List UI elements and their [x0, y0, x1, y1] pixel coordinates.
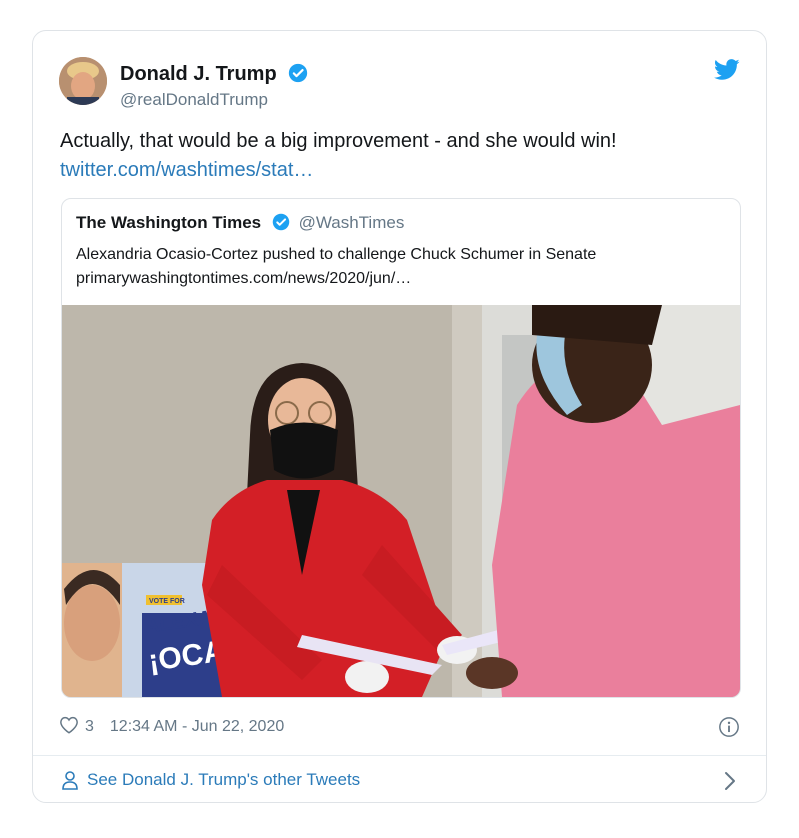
quoted-author: The Washington Times @WashTimes: [76, 213, 404, 236]
see-other-label[interactable]: See Donald J. Trump's other Tweets: [87, 770, 360, 790]
tweet-card: Donald J. Trump @realDonaldTrump Actuall…: [32, 30, 767, 803]
quoted-verified-badge-icon: [272, 213, 290, 236]
poster-text-1: VOTE FOR: [149, 598, 185, 605]
twitter-bird-icon[interactable]: [713, 59, 740, 86]
heart-icon[interactable]: [59, 716, 79, 739]
avatar[interactable]: [59, 57, 107, 105]
author-name[interactable]: Donald J. Trump: [120, 63, 308, 89]
quoted-text: Alexandria Ocasio-Cortez pushed to chall…: [76, 243, 726, 291]
divider: [33, 755, 766, 756]
quoted-link: washingtontimes.com/news/2020/jun/…: [129, 270, 412, 287]
tweet-body: Actually, that would be a big improvemen…: [60, 127, 740, 185]
quoted-author-handle: @WashTimes: [298, 213, 405, 232]
tweet-text: Actually, that would be a big improvemen…: [60, 130, 617, 152]
tweet-meta: 3 12:34 AM - Jun 22, 2020: [59, 715, 284, 739]
person-icon: [62, 771, 78, 790]
tweet-header: Donald J. Trump @realDonaldTrump: [59, 55, 740, 111]
quoted-tweet[interactable]: The Washington Times @WashTimes Alexandr…: [61, 198, 741, 698]
author-name-text[interactable]: Donald J. Trump: [120, 63, 277, 85]
quoted-author-name: The Washington Times: [76, 213, 262, 232]
info-icon[interactable]: [718, 716, 740, 743]
author-handle[interactable]: @realDonaldTrump: [120, 90, 268, 110]
chevron-right-icon[interactable]: [724, 771, 736, 796]
quoted-photo[interactable]: VOTE FOR ALEXAN ¡OCAS: [62, 305, 740, 697]
verified-badge-icon: [288, 63, 308, 89]
tweet-link[interactable]: twitter.com/washtimes/stat…: [60, 156, 740, 185]
see-other-tweets-link[interactable]: See Donald J. Trump's other Tweets: [61, 770, 360, 790]
like-count[interactable]: 3: [85, 718, 94, 736]
timestamp[interactable]: 12:34 AM - Jun 22, 2020: [110, 718, 284, 736]
